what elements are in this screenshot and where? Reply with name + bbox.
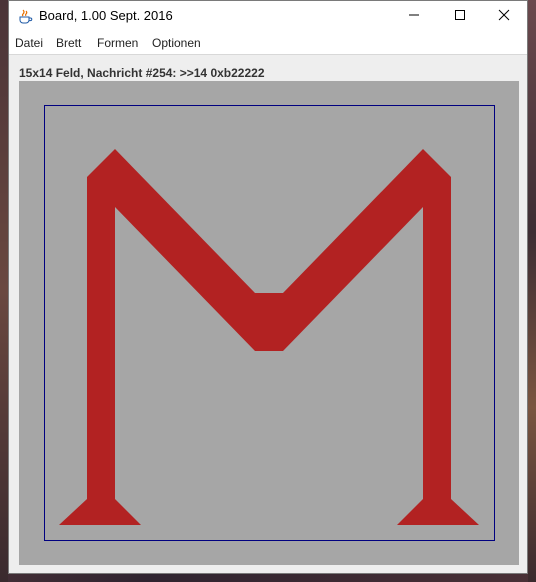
java-coffee-icon bbox=[17, 8, 33, 24]
desktop-background-right bbox=[528, 0, 536, 582]
title-bar[interactable]: Board, 1.00 Sept. 2016 bbox=[9, 1, 527, 32]
minimize-icon bbox=[408, 8, 420, 26]
desktop-background-left bbox=[0, 0, 8, 582]
letter-m-shape bbox=[59, 149, 479, 525]
maximize-icon bbox=[454, 8, 466, 26]
minimize-button[interactable] bbox=[391, 1, 437, 32]
menu-brett[interactable]: Brett bbox=[56, 36, 81, 50]
board-canvas[interactable] bbox=[19, 81, 519, 565]
status-message: 15x14 Feld, Nachricht #254: >>14 0xb2222… bbox=[19, 66, 265, 80]
maximize-button[interactable] bbox=[437, 1, 483, 32]
menu-formen[interactable]: Formen bbox=[97, 36, 138, 50]
board-window: Board, 1.00 Sept. 2016 Datei Brett Forme… bbox=[8, 0, 528, 574]
close-button[interactable] bbox=[481, 1, 527, 32]
close-icon bbox=[498, 8, 510, 26]
menu-datei[interactable]: Datei bbox=[15, 36, 43, 50]
menu-optionen[interactable]: Optionen bbox=[152, 36, 201, 50]
menu-bar: Datei Brett Formen Optionen bbox=[9, 32, 527, 55]
window-title: Board, 1.00 Sept. 2016 bbox=[39, 8, 173, 23]
